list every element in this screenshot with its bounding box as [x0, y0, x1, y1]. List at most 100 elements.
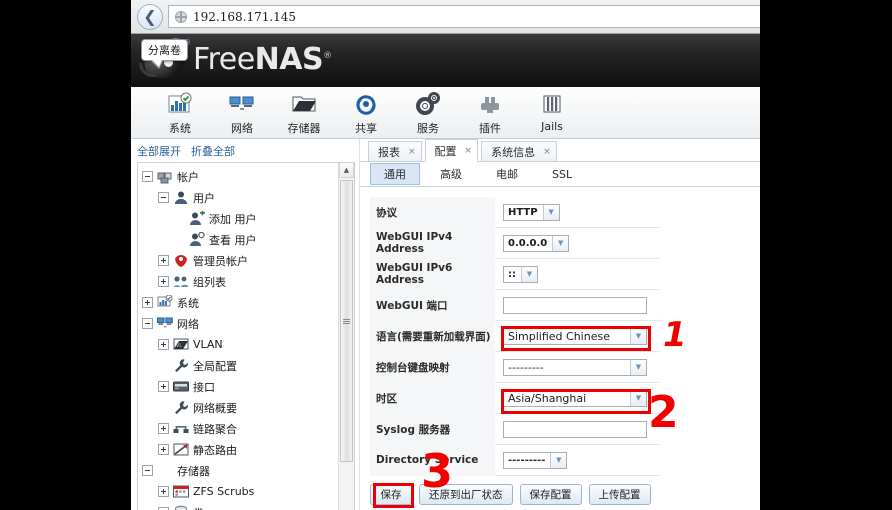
collapse-toggle-icon[interactable]: [142, 465, 153, 476]
tree-item-12[interactable]: 链路聚合: [138, 418, 337, 439]
tree-item-8[interactable]: VL VLAN: [138, 334, 337, 355]
select-0[interactable]: HTTP ▼: [503, 203, 560, 221]
select-8[interactable]: --------- ▼: [503, 451, 568, 469]
field-control: Asia/Shanghai ▼: [495, 389, 647, 407]
network-icon: [229, 90, 255, 118]
toolbar-item-storage[interactable]: 存储器: [273, 90, 335, 136]
sub-tab-0[interactable]: 通用: [370, 163, 420, 185]
chevron-down-icon[interactable]: ▼: [630, 359, 646, 375]
select-5[interactable]: --------- ▼: [503, 358, 647, 376]
storage-folder-icon: [157, 463, 173, 478]
expand-toggle-icon[interactable]: [158, 423, 169, 434]
reset-factory-button[interactable]: 还原到出厂状态: [419, 484, 513, 505]
tab-close-icon[interactable]: ×: [408, 147, 416, 157]
tree-item-6[interactable]: 系统: [138, 292, 337, 313]
toolbar-item-jails-label: Jails: [541, 120, 563, 133]
tree-item-0[interactable]: 帐户: [138, 166, 337, 187]
logo-tooltip: 分离卷: [141, 39, 188, 69]
select-4[interactable]: Simplified Chinese ▼: [503, 327, 647, 345]
tree-item-label: 添加 用户: [209, 212, 257, 226]
scrollbar-thumb[interactable]: [340, 180, 353, 462]
toolbar-item-plugins[interactable]: 插件: [459, 90, 521, 136]
form-row-8: Directory Service --------- ▼: [370, 444, 660, 476]
field-label: 协议: [370, 196, 495, 228]
chevron-down-icon[interactable]: ▼: [521, 266, 537, 282]
tree-item-1[interactable]: 用户: [138, 187, 337, 208]
expand-all-link[interactable]: 全部展开: [137, 145, 181, 158]
tab-close-icon[interactable]: ×: [543, 147, 551, 157]
collapse-all-link[interactable]: 折叠全部: [191, 145, 235, 158]
expand-toggle-icon[interactable]: [158, 276, 169, 287]
tree-item-16[interactable]: 卷: [138, 502, 337, 510]
toolbar-item-network[interactable]: 网络: [211, 90, 273, 136]
brand-name-light: Free: [193, 42, 255, 77]
sub-tab-2[interactable]: 电邮: [482, 163, 532, 185]
tree-item-13[interactable]: 静态路由: [138, 439, 337, 460]
user-add-icon: [189, 210, 205, 226]
static-route-icon: [173, 442, 189, 457]
text-input-7[interactable]: [503, 420, 647, 438]
chevron-down-icon[interactable]: ▼: [550, 452, 567, 468]
back-arrow-icon[interactable]: ❮: [137, 3, 163, 30]
body-split: 全部展开 折叠全部 帐户 用户添加 用户查看 用户管理员帐户组列表 系统 网络 VL VLA…: [131, 139, 760, 510]
save-config-button[interactable]: 保存配置: [519, 484, 582, 505]
toolbar-item-sharing[interactable]: 共享: [335, 90, 397, 136]
system-icon: [157, 294, 173, 310]
collapse-toggle-icon[interactable]: [142, 318, 153, 329]
save-button[interactable]: 保存: [370, 484, 412, 505]
tab-0[interactable]: 报表 ×: [368, 141, 422, 161]
sub-tab-3[interactable]: SSL: [538, 165, 586, 184]
chevron-down-icon[interactable]: ▼: [552, 235, 569, 251]
toolbar-item-jails[interactable]: Jails: [521, 90, 583, 133]
collapse-toggle-icon[interactable]: [158, 192, 169, 203]
tree-item-2[interactable]: 添加 用户: [138, 208, 337, 229]
tree-item-5[interactable]: 组列表: [138, 271, 337, 292]
sub-tab-1[interactable]: 高级: [426, 163, 476, 185]
chevron-down-icon[interactable]: ▼: [542, 204, 559, 220]
address-bar[interactable]: 192.168.171.145: [168, 5, 760, 28]
chevron-down-icon[interactable]: ▼: [630, 390, 646, 406]
tab-close-icon[interactable]: ×: [465, 146, 473, 156]
upload-config-button[interactable]: 上传配置: [588, 484, 651, 505]
tree-item-label: ZFS Scrubs: [193, 485, 255, 498]
select-6[interactable]: Asia/Shanghai ▼: [503, 389, 647, 407]
collapse-toggle-icon[interactable]: [142, 171, 153, 182]
tree-item-label: 管理员帐户: [193, 254, 248, 268]
select-1[interactable]: 0.0.0.0 ▼: [503, 234, 570, 252]
scroll-up-arrow-icon[interactable]: ▲: [339, 163, 354, 178]
select-value: Simplified Chinese: [508, 329, 610, 343]
toolbar-item-system[interactable]: 系统: [149, 90, 211, 136]
tab-1[interactable]: 配置 ×: [424, 139, 479, 162]
tree-scrollbar[interactable]: ▲ ▼: [338, 163, 354, 510]
expand-toggle-icon[interactable]: [158, 444, 169, 455]
expand-toggle-icon[interactable]: [158, 381, 169, 392]
tree-item-4[interactable]: 管理员帐户: [138, 250, 337, 271]
expand-toggle-icon[interactable]: [142, 297, 153, 308]
tab-2[interactable]: 系统信息 ×: [481, 141, 557, 161]
field-label: WebGUI IPv6 Address: [370, 258, 495, 290]
chevron-down-icon[interactable]: ▼: [630, 328, 646, 344]
tree-item-10[interactable]: 接口: [138, 376, 337, 397]
expand-toggle-icon[interactable]: [158, 486, 169, 497]
form-row-5: 控制台键盘映射 --------- ▼: [370, 351, 660, 383]
field-label: Directory Service: [370, 444, 495, 476]
tree-item-15[interactable]: ZFS Scrubs: [138, 481, 337, 502]
tree-item-11[interactable]: 网络概要: [138, 397, 337, 418]
expand-toggle-icon[interactable]: [158, 339, 169, 350]
toolbar-item-services[interactable]: 服务: [397, 90, 459, 136]
select-2[interactable]: :: ▼: [503, 265, 538, 283]
field-control: 0.0.0.0 ▼: [495, 234, 570, 252]
text-input-3[interactable]: [503, 296, 647, 314]
tree-item-3[interactable]: 查看 用户: [138, 229, 337, 250]
expand-toggle-icon[interactable]: [158, 255, 169, 266]
select-value: ---------: [508, 454, 546, 466]
field-label: WebGUI IPv4 Address: [370, 227, 495, 259]
address-bar-url: 192.168.171.145: [193, 9, 297, 24]
tree-item-7[interactable]: 网络: [138, 313, 337, 334]
tree-item-9[interactable]: 全局配置: [138, 355, 337, 376]
tree-item-label: 链路聚合: [193, 422, 237, 436]
sub-tab-strip: 通用 高级 电邮 SSL: [360, 162, 760, 187]
tree-item-14[interactable]: 存储器: [138, 460, 337, 481]
tree-item-label: VLAN: [193, 338, 223, 351]
